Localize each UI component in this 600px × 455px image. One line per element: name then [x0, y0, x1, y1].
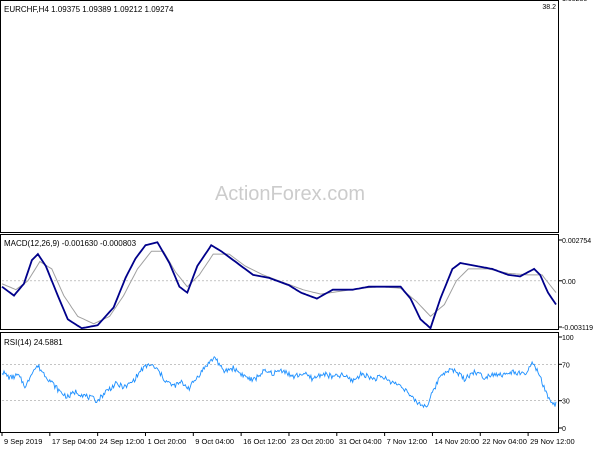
price-corner-label: 38.2 — [542, 4, 556, 11]
rsi-axis-label: 70 — [562, 362, 570, 369]
macd-axis-label: -0.003119 — [562, 325, 593, 332]
rsi-axis-label: 100 — [562, 335, 574, 342]
x-axis-label: 23 Oct 20:00 — [291, 437, 334, 446]
macd-main-line — [1, 241, 557, 330]
macd-axis-label: 0.00 — [562, 279, 576, 286]
watermark: ActionForex.com — [215, 183, 365, 205]
x-axis-label: 29 Nov 12:00 — [530, 437, 575, 446]
macd-axis-label: 0.002754 — [562, 238, 591, 245]
x-axis-label: 31 Oct 04:00 — [339, 437, 382, 446]
chart-window: ActionForex.com EURCHF,H4 1.09375 1.0938… — [0, 0, 600, 450]
price-axis-label: 1.08280 — [562, 0, 587, 3]
rsi-panel-title: RSI(14) 24.5881 — [4, 338, 63, 347]
x-axis-label: 1 Oct 20:00 — [147, 437, 186, 446]
x-axis-label: 22 Nov 04:00 — [482, 437, 527, 446]
price-panel-title: EURCHF,H4 1.09375 1.09389 1.09212 1.0927… — [4, 5, 174, 14]
x-axis-label: 9 Sep 2019 — [4, 437, 42, 446]
x-axis-label: 24 Sep 12:00 — [100, 437, 145, 446]
x-axis-label: 7 Nov 12:00 — [387, 437, 427, 446]
macd-signal-line — [1, 250, 557, 325]
macd-panel-title: MACD(12,26,9) -0.001630 -0.000803 — [4, 239, 137, 248]
rsi-panel-frame — [0, 332, 559, 433]
x-axis-label: 14 Nov 20:00 — [434, 437, 479, 446]
x-axis-label: 16 Oct 12:00 — [243, 437, 286, 446]
x-axis-label: 17 Sep 04:00 — [52, 437, 97, 446]
rsi-axis-label: 30 — [562, 399, 570, 406]
chart-canvas: ActionForex.com EURCHF,H4 1.09375 1.0938… — [0, 0, 593, 446]
x-axis-label: 9 Oct 04:00 — [195, 437, 234, 446]
chart-axis-labels: 1.106201.103601.101001.098401.095801.093… — [1, 0, 593, 446]
rsi-axis-label: 0 — [562, 426, 566, 433]
